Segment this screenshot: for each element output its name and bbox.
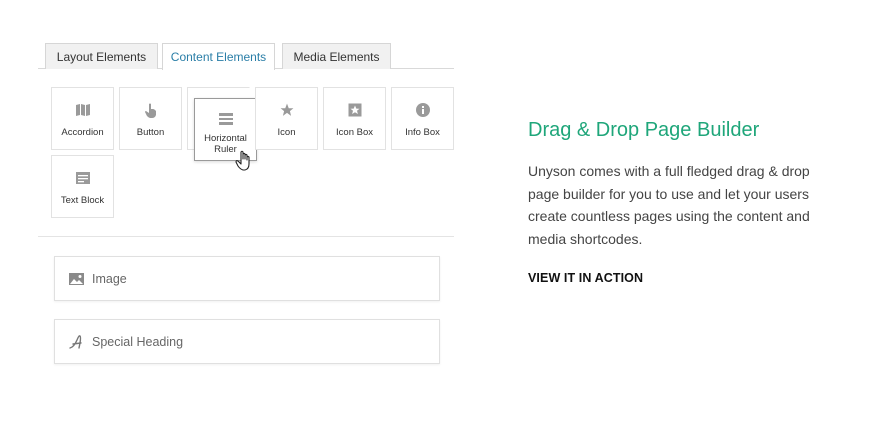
tab-content-elements[interactable]: Content Elements (162, 43, 275, 70)
tile-label: Text Block (60, 195, 105, 206)
builder-item-special-heading[interactable]: Special Heading (54, 319, 440, 364)
text-lines-icon (75, 170, 91, 186)
tile-label: Info Box (405, 127, 440, 138)
image-icon (69, 271, 85, 287)
feature-description: Unyson comes with a full fledged drag & … (528, 163, 810, 247)
builder-item-label: Image (92, 271, 127, 286)
tile-label: Icon (277, 127, 296, 138)
feature-title: Drag & Drop Page Builder (528, 119, 760, 141)
script-a-icon (69, 334, 85, 350)
star-icon (279, 102, 295, 118)
tab-layout-elements[interactable]: Layout Elements (45, 43, 158, 69)
element-tile-icon[interactable]: Icon (255, 87, 318, 150)
map-icon (75, 102, 91, 118)
tile-label: Accordion (61, 127, 104, 138)
element-tabs: Layout Elements Content Elements Media E… (38, 43, 454, 70)
view-it-in-action-link[interactable]: VIEW IT IN ACTION (528, 271, 643, 285)
grab-cursor-icon (235, 150, 250, 171)
element-tile-text-block[interactable]: Text Block (51, 155, 114, 218)
element-tile-accordion[interactable]: Accordion (51, 87, 114, 150)
tile-label: Button (136, 127, 165, 138)
builder-item-image[interactable]: Image (54, 256, 440, 301)
builder-item-label: Special Heading (92, 334, 184, 349)
horizontal-ruler-icon (218, 111, 234, 127)
pointer-hand-icon (143, 102, 159, 118)
element-tile-info-box[interactable]: Info Box (391, 87, 454, 150)
section-divider (38, 236, 454, 237)
info-circle-icon (415, 102, 431, 118)
element-tile-button[interactable]: Button (119, 87, 182, 150)
element-tile-icon-box[interactable]: Icon Box (323, 87, 386, 150)
star-box-icon (347, 102, 363, 118)
tile-label: Icon Box (336, 127, 373, 138)
tab-media-elements[interactable]: Media Elements (282, 43, 391, 69)
